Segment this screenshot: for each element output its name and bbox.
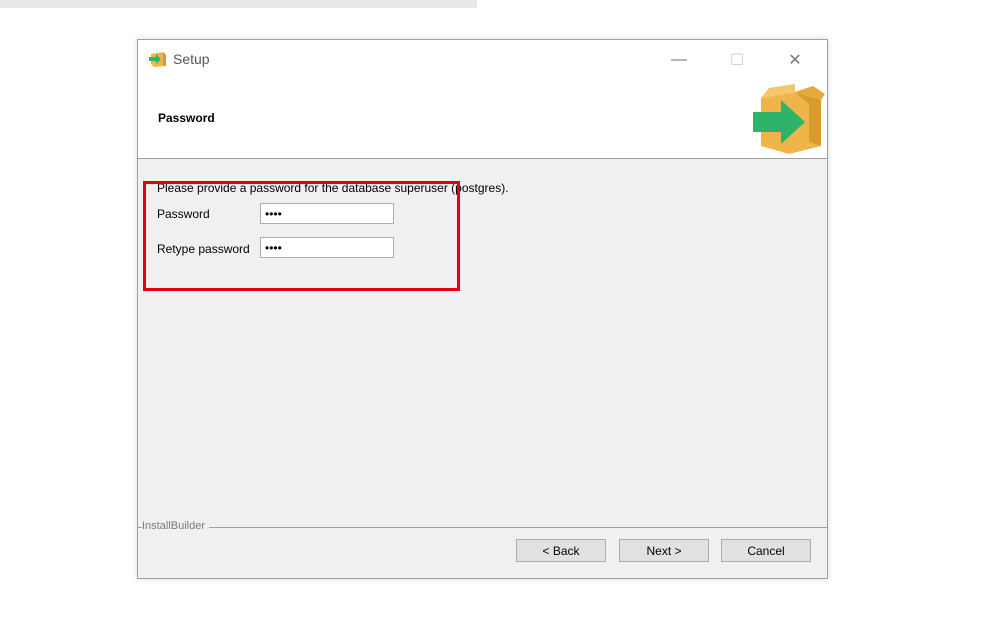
window-title: Setup	[173, 51, 210, 67]
retype-password-label: Retype password	[157, 242, 250, 256]
cancel-button[interactable]: Cancel	[721, 539, 811, 562]
password-prompt: Please provide a password for the databa…	[157, 181, 509, 195]
close-button[interactable]: ✕	[772, 40, 818, 80]
page-title: Password	[158, 111, 215, 125]
page-header: Password	[138, 80, 827, 159]
installbuilder-brand: InstallBuilder	[142, 520, 209, 532]
retype-password-input[interactable]: ••••	[260, 237, 394, 258]
minimize-button[interactable]: —	[656, 40, 702, 80]
installer-box-icon	[149, 52, 166, 67]
password-label: Password	[157, 207, 210, 221]
installer-box-arrow-logo	[753, 84, 825, 154]
background-strip	[0, 0, 477, 8]
footer-divider	[138, 527, 827, 528]
maximize-button[interactable]: ☐	[714, 40, 760, 80]
setup-window: Setup — ☐ ✕ Password Please provide a pa…	[137, 39, 828, 579]
back-button[interactable]: < Back	[516, 539, 606, 562]
password-input[interactable]: ••••	[260, 203, 394, 224]
next-button[interactable]: Next >	[619, 539, 709, 562]
content-area: Please provide a password for the databa…	[138, 159, 827, 519]
title-bar: Setup — ☐ ✕	[138, 40, 827, 80]
